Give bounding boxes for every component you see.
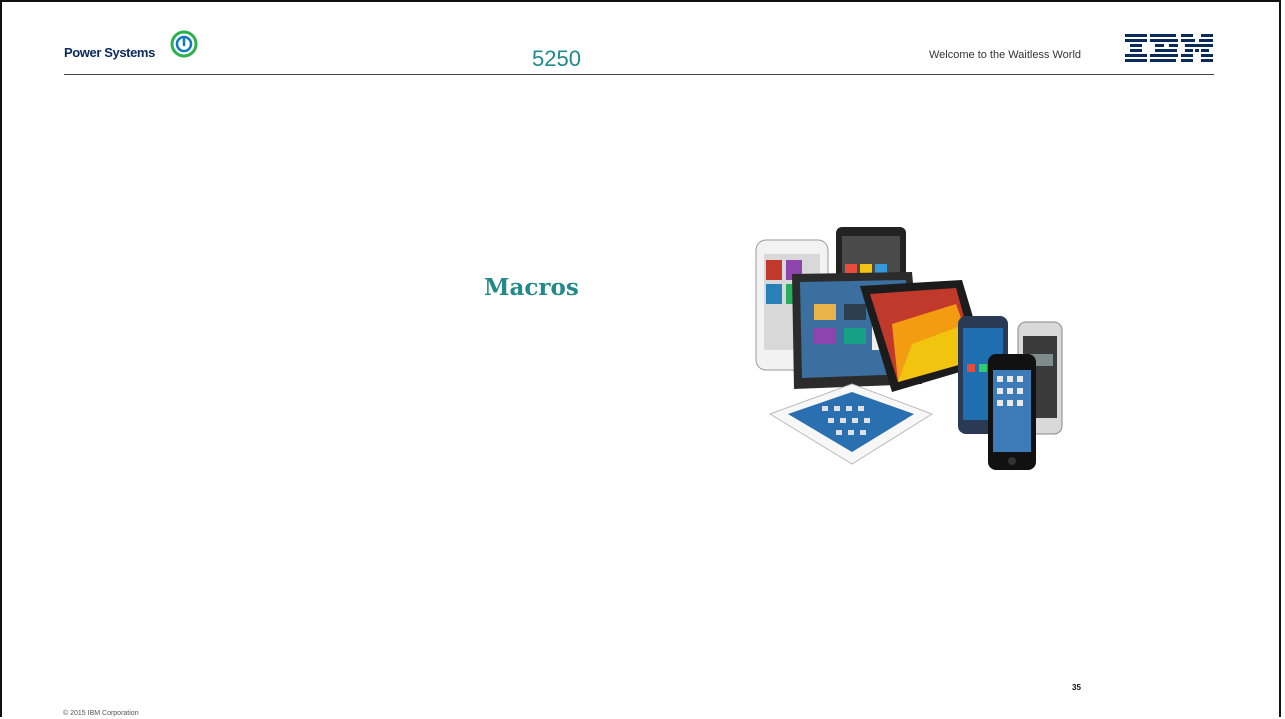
brand-name: Power Systems <box>64 45 155 60</box>
devices-image <box>755 227 1063 470</box>
tagline: Welcome to the Waitless World <box>929 49 1082 61</box>
copyright: © 2015 IBM Corporation <box>63 710 139 717</box>
ibm-logo <box>1125 34 1213 62</box>
section-title: Macros <box>484 274 579 301</box>
header-divider <box>64 74 1214 75</box>
slide-header-title: 5250 <box>532 46 581 71</box>
power-systems-icon <box>170 30 198 58</box>
phone-iphone <box>988 354 1036 470</box>
page-number: 35 <box>1072 683 1081 692</box>
ipad <box>768 383 934 465</box>
slide-frame <box>0 0 1281 717</box>
